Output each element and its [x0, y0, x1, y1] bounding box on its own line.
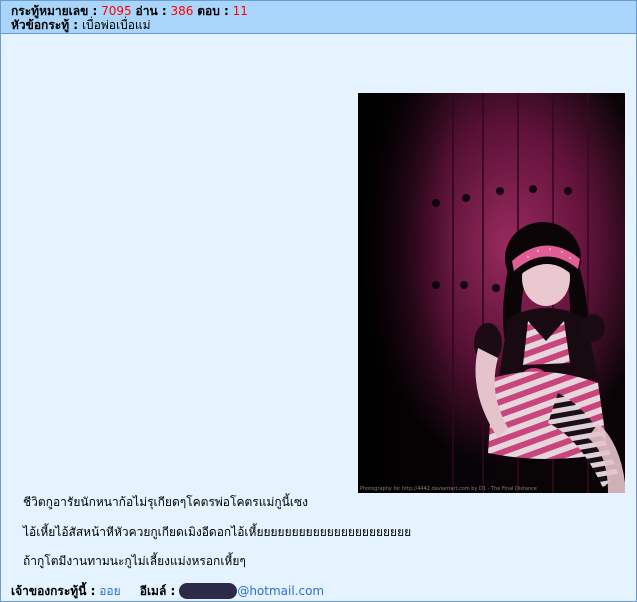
topic-title-row: หัวข้อกระทู้ : เบื่อพ่อเบื่อแม่: [11, 18, 151, 32]
topic-panel: กระทู้หมายเลข : 7095 อ่าน : 386 ตอบ : 11…: [0, 0, 637, 602]
topic-title-label: หัวข้อกระทู้ :: [11, 18, 79, 32]
post-paragraph: ชีวิตกูอารัยนักหนาก้อไม่รุเกียดๆโคตรพ่อโ…: [23, 495, 308, 509]
photo-illustration: [358, 93, 625, 493]
topic-header: กระทู้หมายเลข : 7095 อ่าน : 386 ตอบ : 11…: [1, 1, 636, 34]
read-label: อ่าน :: [135, 4, 167, 18]
reply-count: 11: [232, 4, 248, 18]
topic-title: เบื่อพ่อเบื่อแม่: [81, 18, 151, 32]
owner-name: ออย: [99, 584, 121, 598]
topic-number: 7095: [101, 4, 132, 18]
email-redaction: [179, 583, 238, 599]
post-paragraph: ถ้ากูโตมีงานทามนะกูไม่เลี้ยงแม่งหรอกเหี้…: [23, 554, 246, 568]
reply-label: ตอบ :: [197, 4, 229, 18]
email-label: อีเมล์ :: [139, 584, 176, 598]
post-photo: Photography for http://4442.deviantart.c…: [358, 93, 625, 493]
owner-label: เจ้าของกระทู้นี้ :: [11, 584, 96, 598]
post-paragraph: ไอ้เหี้ยไอ้สัสหน้าหีหัวควยกูเกียดเมิงอีด…: [23, 525, 412, 539]
topic-stats: กระทู้หมายเลข : 7095 อ่าน : 386 ตอบ : 11: [11, 4, 248, 18]
topic-owner-row: เจ้าของกระทู้นี้ : ออย อีเมล์ : @hotmail.…: [11, 583, 324, 599]
read-count: 386: [170, 4, 194, 18]
photo-caption: Photography for http://4442.deviantart.c…: [360, 486, 537, 492]
topic-number-label: กระทู้หมายเลข :: [11, 4, 98, 18]
owner-email[interactable]: @hotmail.com: [237, 584, 324, 598]
